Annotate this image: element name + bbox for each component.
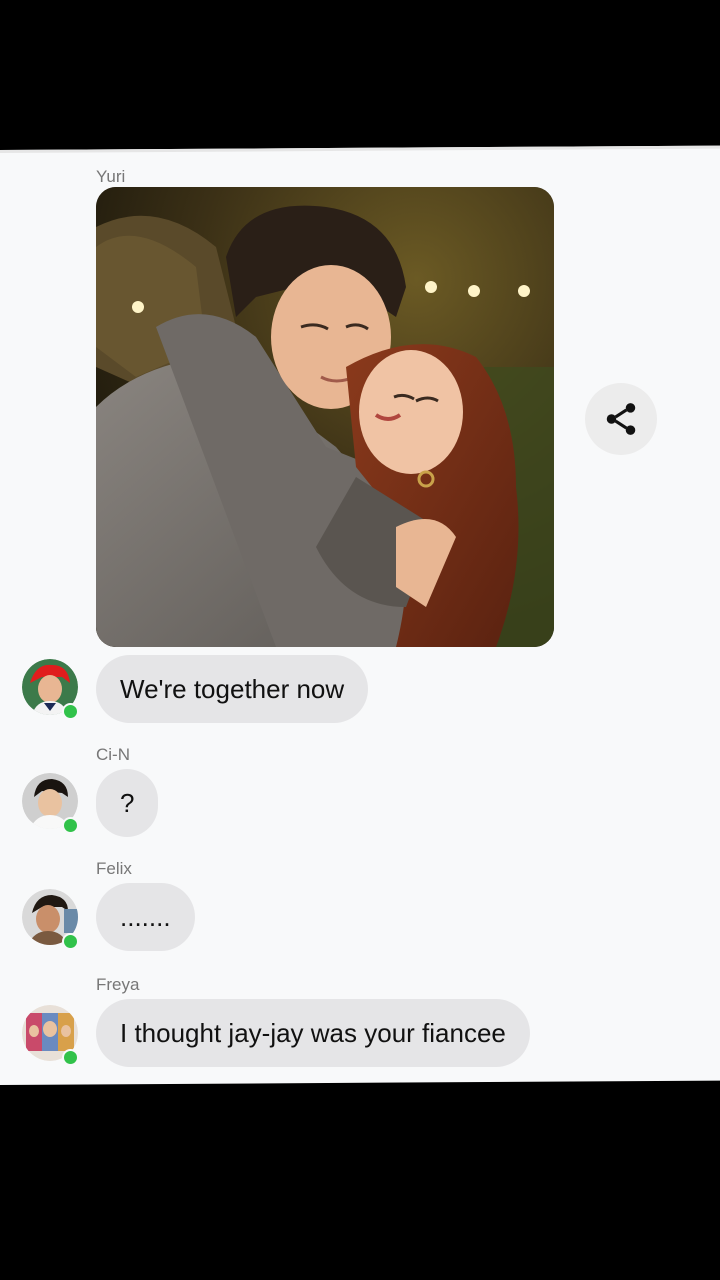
online-indicator xyxy=(62,703,79,720)
online-indicator xyxy=(62,933,79,950)
message-bubble[interactable]: ? xyxy=(96,769,159,837)
chat-panel: Yuri We're together now Ci-N ? Felix ...… xyxy=(0,145,720,1086)
message-text: We're together now xyxy=(120,673,345,704)
message-bubble[interactable]: ....... xyxy=(96,883,195,951)
screen: Yuri We're together now Ci-N ? Felix ...… xyxy=(0,0,720,1280)
share-icon xyxy=(606,403,636,435)
message-text: ? xyxy=(120,787,135,818)
sender-name-yuri: Yuri xyxy=(96,167,126,186)
message-text: I thought jay-jay was your fiancee xyxy=(120,1017,506,1048)
shared-photo[interactable] xyxy=(96,187,554,647)
share-button[interactable] xyxy=(585,383,657,455)
message-text: ....... xyxy=(120,901,171,932)
sender-name-freya: Freya xyxy=(96,975,140,994)
message-bubble[interactable]: We're together now xyxy=(96,655,369,723)
photo-image xyxy=(96,187,554,647)
online-indicator xyxy=(62,817,79,834)
online-indicator xyxy=(62,1049,79,1066)
sender-name-ci-n: Ci-N xyxy=(96,745,130,764)
sender-name-felix: Felix xyxy=(96,859,132,878)
message-bubble[interactable]: I thought jay-jay was your fiancee xyxy=(96,999,530,1067)
